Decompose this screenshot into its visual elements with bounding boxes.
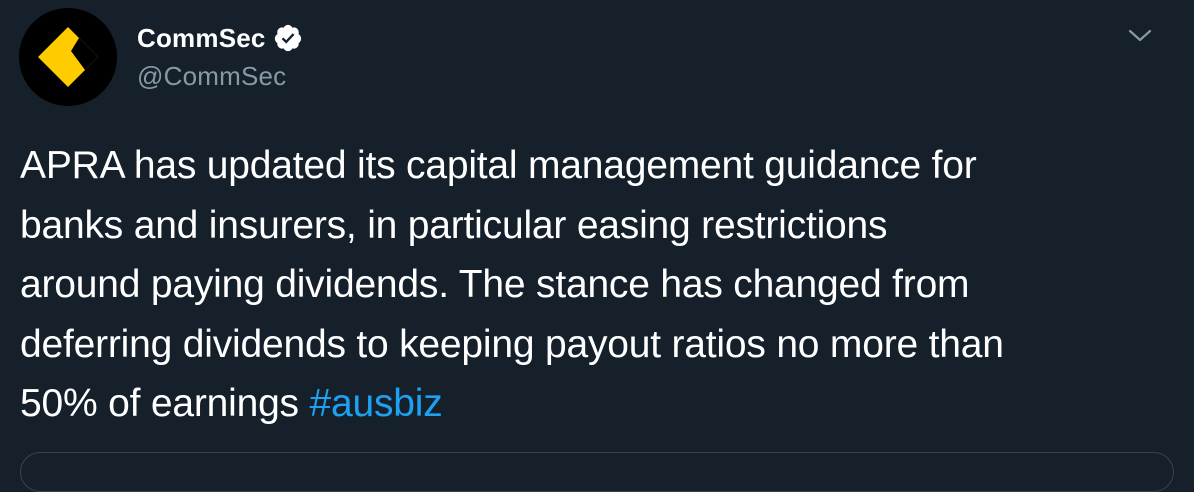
tweet-author: CommSec @CommSec: [137, 20, 303, 94]
tweet-text-line: APRA has updated its capital management …: [20, 144, 977, 187]
tweet-text-line: banks and insurers, in particular easing…: [20, 203, 888, 247]
tweet-card: CommSec @CommSec APRA has updated its ca…: [0, 0, 1194, 492]
tweet-text-line: around paying dividends. The stance has …: [20, 263, 970, 306]
tweet-text-line: deferring dividends to keeping payout ra…: [20, 322, 1004, 366]
tweet-text: APRA has updated its capital management …: [20, 136, 1180, 434]
avatar[interactable]: [19, 8, 117, 106]
embedded-card-edge: [20, 452, 1174, 492]
tweet-text-line-last: 50% of earnings #ausbiz: [20, 374, 1180, 434]
tweet-text-tail: 50% of earnings: [20, 382, 310, 425]
commbank-diamond-logo-icon: [19, 8, 117, 106]
author-display-name[interactable]: CommSec: [137, 20, 266, 56]
tweet-menu-button[interactable]: [1124, 20, 1156, 52]
author-handle[interactable]: @CommSec: [137, 58, 303, 94]
author-name-row: CommSec: [137, 20, 303, 56]
chevron-down-icon: [1128, 29, 1152, 42]
verified-badge-icon: [273, 23, 303, 53]
hashtag-link[interactable]: #ausbiz: [310, 382, 443, 425]
